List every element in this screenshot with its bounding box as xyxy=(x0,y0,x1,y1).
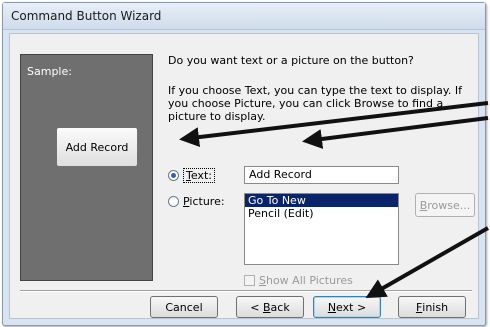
sample-button-preview: Add Record xyxy=(56,127,138,167)
show-all-pictures-checkbox[interactable] xyxy=(244,275,255,286)
picture-listbox[interactable]: Go To New Pencil (Edit) xyxy=(244,193,399,265)
cancel-button[interactable]: Cancel xyxy=(150,296,218,318)
picture-list-item[interactable]: Pencil (Edit) xyxy=(245,207,398,220)
next-button[interactable]: Next > xyxy=(313,296,381,318)
picture-radio-label[interactable]: Picture: xyxy=(183,195,225,208)
show-all-pictures-label: Show All Pictures xyxy=(259,274,353,287)
text-radio[interactable] xyxy=(168,170,179,181)
browse-button[interactable]: Browse... xyxy=(415,193,475,217)
picture-list-item[interactable]: Go To New xyxy=(245,194,398,207)
wizard-body: Sample: Add Record Do you want text or a… xyxy=(9,33,479,319)
button-text-input[interactable]: Add Record xyxy=(244,166,399,184)
text-radio-label[interactable]: Text: xyxy=(183,168,215,183)
show-all-pictures-option[interactable]: Show All Pictures xyxy=(244,274,353,287)
wizard-window: Command Button Wizard Sample: Add Record… xyxy=(2,2,486,326)
sample-label: Sample: xyxy=(27,65,72,78)
finish-button[interactable]: Finish xyxy=(398,296,466,318)
sample-panel: Sample: Add Record xyxy=(20,54,153,281)
window-title: Command Button Wizard xyxy=(11,9,162,23)
explanation-text: If you choose Text, you can type the tex… xyxy=(168,84,462,123)
text-option[interactable]: Text: xyxy=(168,168,215,183)
picture-radio[interactable] xyxy=(168,196,179,207)
title-bar: Command Button Wizard xyxy=(3,3,485,30)
question-text: Do you want text or a picture on the but… xyxy=(168,54,414,67)
footer-divider xyxy=(20,290,472,292)
picture-option[interactable]: Picture: xyxy=(168,195,225,208)
back-button[interactable]: < Back xyxy=(236,296,304,318)
